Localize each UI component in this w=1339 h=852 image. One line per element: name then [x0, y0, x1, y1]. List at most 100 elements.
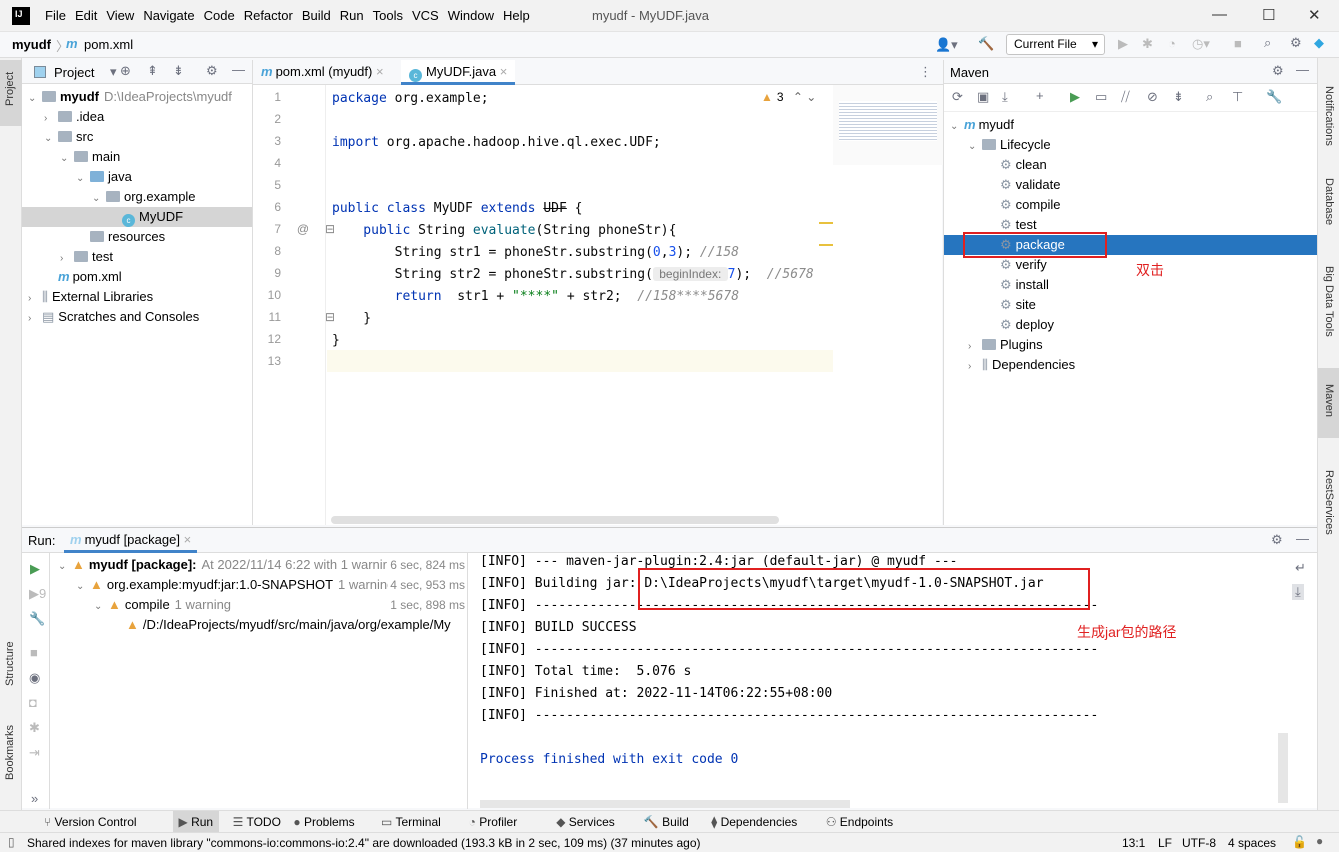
code-with-me-icon[interactable]: ◆: [1314, 35, 1324, 51]
run-icon[interactable]: ▶: [1070, 89, 1080, 105]
menu-view[interactable]: View: [106, 8, 134, 23]
indent-setting[interactable]: 4 spaces: [1228, 836, 1276, 850]
close-tab-icon[interactable]: ×: [500, 64, 508, 79]
tree-item-main[interactable]: ⌄ main: [22, 147, 252, 167]
rerun-failed-icon[interactable]: ▶9: [29, 586, 46, 602]
project-tool-label[interactable]: Project: [4, 72, 16, 106]
file-encoding[interactable]: UTF-8: [1182, 836, 1216, 850]
maven-item-myudf[interactable]: ⌄ m myudf: [944, 115, 1317, 135]
tool-tab-todo[interactable]: ☰ TODO: [227, 811, 287, 833]
menu-help[interactable]: Help: [503, 8, 530, 23]
skip-tests-icon[interactable]: ⊘: [1147, 89, 1158, 105]
menu-tools[interactable]: Tools: [373, 8, 403, 23]
maven-item-clean[interactable]: ⚙ clean: [944, 155, 1317, 175]
debug-icon[interactable]: ✱: [29, 720, 40, 736]
menu-navigate[interactable]: Navigate: [143, 8, 194, 23]
lock-icon[interactable]: 🔓: [1292, 835, 1307, 849]
reload-folder-icon[interactable]: ▣: [977, 89, 989, 105]
view-dropdown-icon[interactable]: ▾: [110, 64, 117, 80]
breadcrumb-project[interactable]: myudf: [12, 37, 51, 52]
locate-icon[interactable]: ⊕: [120, 63, 131, 79]
maven-item-verify[interactable]: ⚙ verify: [944, 255, 1317, 275]
build-hammer-icon[interactable]: 🔨: [978, 36, 994, 52]
debug-icon[interactable]: ✱: [1142, 36, 1153, 52]
close-tab-icon[interactable]: ×: [184, 532, 192, 547]
status-message[interactable]: Shared indexes for maven library "common…: [27, 836, 701, 850]
console-scrollbar[interactable]: [1278, 733, 1288, 803]
bookmarks-tool-label[interactable]: Bookmarks: [4, 725, 16, 780]
more-tabs-icon[interactable]: ⋮: [919, 64, 932, 80]
caret-position[interactable]: 13:1: [1122, 836, 1145, 850]
tool-tab-dependencies[interactable]: ⧫ Dependencies: [705, 811, 803, 833]
build-tree-item[interactable]: ⌄ ▲ compile 1 warning 1 sec, 898 ms: [50, 595, 467, 615]
tree-item-pom-xml[interactable]: m pom.xml: [22, 267, 252, 287]
menu-window[interactable]: Window: [448, 8, 494, 23]
tab-myudf-java[interactable]: c MyUDF.java ×: [401, 60, 516, 85]
search-icon[interactable]: ⌕: [1264, 35, 1271, 51]
exit-icon[interactable]: ⇥: [29, 745, 40, 761]
tool-tab-run[interactable]: ▶ Run: [172, 811, 220, 833]
tool-tab-problems[interactable]: ● Problems: [287, 811, 360, 833]
wrench-icon[interactable]: 🔧: [29, 611, 45, 627]
toggle-offline-icon[interactable]: ⧸⧸: [1121, 89, 1130, 105]
build-tree-item[interactable]: ▲/D:/IdeaProjects/myudf/src/main/java/or…: [50, 615, 467, 635]
maximize-icon[interactable]: ☐: [1262, 6, 1275, 24]
scroll-to-end-icon[interactable]: ⤓: [1292, 584, 1304, 600]
restservices-tool-label[interactable]: RestServices: [1323, 470, 1335, 535]
hide-panel-icon[interactable]: —: [1296, 531, 1309, 546]
maven-item-plugins[interactable]: › Plugins: [944, 335, 1317, 355]
breadcrumb-file[interactable]: pom.xml: [84, 37, 133, 52]
execute-goal-icon[interactable]: ▭: [1095, 89, 1107, 105]
tab-pom-xml[interactable]: m pom.xml (myudf) ×: [253, 60, 392, 85]
structure-tool-label[interactable]: Structure: [4, 641, 16, 686]
maven-item-validate[interactable]: ⚙ validate: [944, 175, 1317, 195]
close-tab-icon[interactable]: ×: [376, 64, 384, 79]
coverage-icon[interactable]: ◔: [1168, 36, 1176, 51]
big-data-tools-label[interactable]: Big Data Tools: [1323, 266, 1335, 337]
maven-item-compile[interactable]: ⚙ compile: [944, 195, 1317, 215]
analyze-icon[interactable]: ⌕: [1206, 89, 1213, 105]
tree-item-org-example[interactable]: ⌄ org.example: [22, 187, 252, 207]
soft-wrap-icon[interactable]: ↵: [1295, 560, 1306, 576]
hide-panel-icon[interactable]: —: [232, 62, 245, 77]
maven-item-lifecycle[interactable]: ⌄ Lifecycle: [944, 135, 1317, 155]
eye-icon[interactable]: ◉: [29, 670, 40, 686]
tool-tab-version-control[interactable]: ⑂ Version Control: [38, 811, 143, 833]
maven-tool-label[interactable]: Maven: [1323, 384, 1335, 417]
collapse-all-icon[interactable]: ⇟: [173, 63, 184, 79]
stop-icon[interactable]: ■: [30, 645, 38, 660]
menu-vcs[interactable]: VCS: [412, 8, 439, 23]
build-tree-item[interactable]: ⌄ ▲ org.example:myudf:jar:1.0-SNAPSHOT 1 wa…: [50, 575, 467, 595]
event-log-icon[interactable]: ●: [1316, 834, 1323, 848]
download-icon[interactable]: ⤓: [1002, 89, 1008, 105]
tree-item-scratches-and-consoles[interactable]: › ▤ Scratches and Consoles: [22, 307, 252, 327]
warning-marker[interactable]: [819, 244, 833, 246]
rerun-icon[interactable]: ▶: [30, 561, 40, 577]
tree-item-test[interactable]: › test: [22, 247, 252, 267]
run-configuration-select[interactable]: Current File ▾: [1006, 34, 1105, 55]
tool-tab-profiler[interactable]: ◔ Profiler: [463, 811, 524, 833]
inspection-widget[interactable]: ▲ 3 ⌃ ⌄: [761, 90, 816, 104]
database-tool-label[interactable]: Database: [1323, 178, 1335, 225]
run-icon[interactable]: ▶: [1118, 36, 1128, 52]
minimap[interactable]: [833, 85, 943, 165]
tree-item-external-libraries[interactable]: › ⫼ External Libraries: [22, 287, 252, 307]
project-view-title[interactable]: Project: [54, 65, 94, 80]
user-icon[interactable]: 👤▾: [935, 37, 958, 53]
run-tab[interactable]: m myudf [package] ×: [64, 528, 198, 553]
tool-tab-services[interactable]: ◆ Services: [550, 811, 621, 833]
maven-item-site[interactable]: ⚙ site: [944, 295, 1317, 315]
expand-all-icon[interactable]: ⇞: [147, 63, 158, 79]
tree-item-src[interactable]: ⌄ src: [22, 127, 252, 147]
collapse-icon[interactable]: ⇟: [1173, 89, 1184, 105]
tool-tab-build[interactable]: 🔨 Build: [638, 811, 695, 833]
tree-item--idea[interactable]: › .idea: [22, 107, 252, 127]
minimize-icon[interactable]: —: [1212, 6, 1227, 23]
options-gear-icon[interactable]: ⚙: [1272, 63, 1284, 79]
stop-icon[interactable]: ■: [1234, 36, 1242, 51]
console-horizontal-scrollbar[interactable]: [480, 800, 850, 808]
line-separator[interactable]: LF: [1158, 836, 1172, 850]
wrench-icon[interactable]: 🔧: [1266, 89, 1282, 105]
menu-run[interactable]: Run: [340, 8, 364, 23]
profile-icon[interactable]: ◷▾: [1192, 36, 1210, 52]
